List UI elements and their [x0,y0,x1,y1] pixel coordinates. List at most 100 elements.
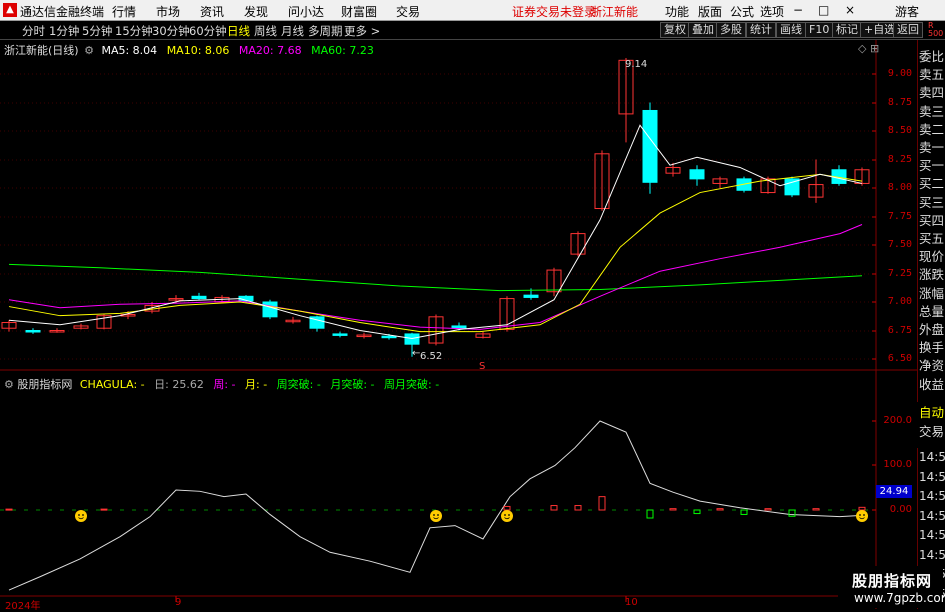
price-tick: 6.75 [887,325,912,336]
menu-function[interactable]: 功能 [665,3,689,20]
quote-field-3: 卖三 [919,103,945,119]
trade-time-5: 14:56 [919,547,945,562]
period-more[interactable]: 更多 > [344,23,380,39]
period-5min[interactable]: 5分钟 [82,23,112,39]
x-label-oct: 10 [625,597,638,608]
period-1min[interactable]: 1分钟 [49,23,79,39]
period-15min[interactable]: 15分钟 [115,23,153,39]
menu-discover[interactable]: 发现 [244,3,268,20]
menu-news[interactable]: 资讯 [200,3,224,20]
auto-label[interactable]: 自动 [917,402,945,421]
period-daily[interactable]: 日线 [227,23,250,39]
quote-field-12: 涨跌 [919,267,945,283]
maximize-button[interactable]: □ [818,3,829,17]
menu-formula[interactable]: 公式 [730,3,754,20]
quote-field-15: 外盘 [919,322,945,337]
ma10-line [8,173,863,333]
close-button[interactable]: × [845,3,855,17]
back-button[interactable]: 返回 [893,22,923,38]
period-multi[interactable]: 多周期 [308,23,343,39]
quote-field-7: 买二 [919,176,945,192]
indicator-weekly: 周: - [213,378,236,391]
menu-quotes[interactable]: 行情 [112,3,136,20]
indicator-tick: 0.00 [889,504,912,515]
trade-time-2: 14:56 [919,489,945,503]
quote-field-4: 卖二 [919,121,945,137]
ma60-label: MA60: 7.23 [311,44,374,57]
indicator-bar [716,508,724,511]
ma5-label: MA5: 8.04 [101,44,158,57]
indicator-bar [740,509,748,515]
indicator-current-value: 24.94 [876,485,912,498]
trade-time-1: 14:56 [919,469,945,484]
signal-smiley-icon [501,510,513,522]
trade-time-3: 14:56 [919,508,945,523]
ma5-line [8,124,863,339]
quote-field-13: 涨幅 [919,285,945,301]
period-timeshare[interactable]: 分时 [22,23,45,39]
menu-trade[interactable]: 交易 [396,3,420,20]
indicator-bar [5,508,13,511]
chart-title[interactable]: 浙江新能(日线) [4,44,79,57]
app-title: 通达信金融终端 [20,5,105,19]
chart-menu-icon[interactable]: ◇ ⊞ [858,42,879,55]
period-30min[interactable]: 30分钟 [152,23,190,39]
signal-smiley-icon [856,510,868,522]
price-tick: 6.50 [887,353,912,364]
ma10-label: MA10: 8.06 [166,44,230,57]
indicator-title[interactable]: 股朋指标网 [17,378,72,391]
watermark-url: www.7gpzb.com [854,591,945,605]
ma-legend: 浙江新能(日线) ⚙ MA5: 8.04 MA10: 8.06 MA20: 7.… [4,42,374,58]
app-logo: ▲ [3,3,17,17]
menu-options[interactable]: 选项 [760,3,784,20]
stats-button[interactable]: 统计 [746,22,776,38]
overlay-button[interactable]: 叠加 [688,22,718,38]
trade-label[interactable]: 交易 [917,421,945,440]
indicator-tick: 100.0 [883,459,912,470]
indicator-line [8,420,863,591]
x-label-sep: 9 [175,597,182,608]
indicator-bar [812,508,820,511]
candle-body [332,333,348,336]
trade-time-0: 14:56 [919,450,945,464]
ma20-label: MA20: 7.68 [238,44,302,57]
kline-chart[interactable] [0,40,917,609]
price-tick: 8.25 [887,154,912,165]
period-bar: 分时 1分钟 5分钟 15分钟 30分钟 60分钟 日线 周线 月线 多周期 更… [0,21,945,40]
indicator-daily: 日: 25.62 [154,378,204,391]
sr-label: R 500 [928,21,944,38]
auto-trade-block[interactable]: 自动 交易 [917,402,945,448]
menu-bar: ▲ 通达信金融终端 行情 市场 资讯 发现 问小达 财富圈 交易 证券交易未登录… [0,0,945,21]
guest-label[interactable]: 游客 [895,3,919,20]
trade-time-4: 14:56 [919,528,945,542]
draw-button[interactable]: 画线 [776,22,806,38]
price-tick: 7.50 [887,239,912,250]
period-60min[interactable]: 60分钟 [189,23,227,39]
stock-name-header: 浙江新能 [590,5,639,19]
f10-button[interactable]: F10 [805,22,834,38]
period-weekly[interactable]: 周线 [254,23,277,39]
quote-field-8: 买三 [919,194,945,210]
menu-layout[interactable]: 版面 [698,3,722,20]
multi-stock-button[interactable]: 多股 [716,22,746,38]
mark-button[interactable]: 标记 [832,22,862,38]
menu-market[interactable]: 市场 [156,3,180,20]
indicator-monthly: 月: - [245,378,268,391]
adjust-button[interactable]: 复权 [660,22,690,38]
candle-body [191,295,207,300]
menu-ask[interactable]: 问小达 [288,3,324,20]
minimize-button[interactable]: − [793,3,803,17]
settings-icon[interactable]: ⚙ [84,44,94,57]
ma20-line [8,224,863,330]
menu-wealth[interactable]: 财富圈 [341,3,377,20]
price-tick: 9.00 [887,68,912,79]
quote-field-0: 委比 [919,49,945,64]
login-notice[interactable]: 证券交易未登录 [512,3,596,20]
indicator-bar [646,509,654,519]
period-monthly[interactable]: 月线 [281,23,304,39]
price-tick: 7.25 [887,268,912,279]
quote-field-5: 卖一 [919,140,945,155]
indicator-settings-icon[interactable]: ⚙ [4,378,14,391]
low-price-label: 6.52 [420,351,443,362]
candle-body [642,109,658,183]
